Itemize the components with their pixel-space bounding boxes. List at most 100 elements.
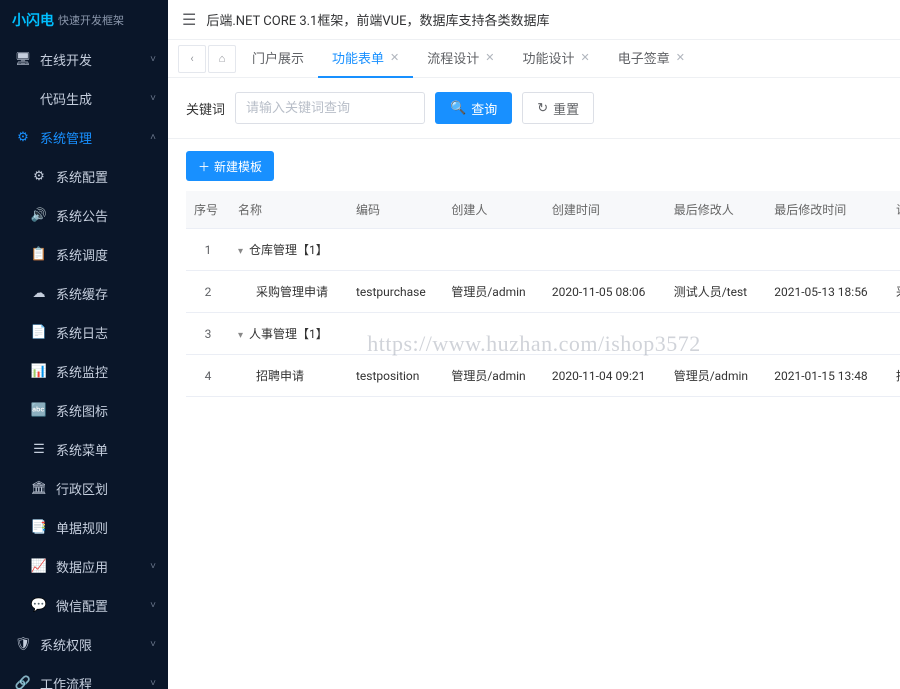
- menu-label: 代码生成: [40, 89, 92, 108]
- menu-icon: 🏛: [30, 481, 48, 496]
- close-icon[interactable]: ✕: [581, 51, 590, 64]
- chevron-down-icon: ˅: [150, 600, 156, 611]
- add-button-label: 新建模板: [214, 158, 262, 175]
- caret-down-icon[interactable]: ▾: [238, 330, 243, 341]
- sidebar-subitem[interactable]: 📈数据应用˅: [0, 547, 168, 586]
- menu-label: 系统管理: [40, 128, 92, 147]
- table-row[interactable]: 1▾仓库管理【1】: [186, 229, 900, 271]
- sidebar-item[interactable]: 🛡系统权限˅: [0, 625, 168, 664]
- tab-label: 电子签章: [618, 48, 670, 67]
- filter-label: 关键词: [186, 99, 225, 118]
- tab[interactable]: 功能表单 ✕: [318, 40, 413, 78]
- sidebar-subitem[interactable]: ☰系统菜单: [0, 430, 168, 469]
- brand: 小闪电 快速开发框架: [0, 0, 168, 40]
- table-row[interactable]: 4招聘申请testposition管理员/admin2020-11-04 09:…: [186, 355, 900, 397]
- sidebar-subitem[interactable]: 📄系统日志: [0, 313, 168, 352]
- table-row[interactable]: 3▾人事管理【1】: [186, 313, 900, 355]
- menu-label: 在线开发: [40, 50, 92, 69]
- menu-label: 系统权限: [40, 635, 92, 654]
- cell-desc: 采购管: [888, 271, 900, 313]
- row-index: 4: [186, 355, 230, 397]
- main: ☰ 后端.NET CORE 3.1框架，前端VUE，数据库支持各类数据库 ‹ ⌂…: [168, 0, 900, 689]
- sidebar-subitem[interactable]: ⚙ 系统配置: [0, 157, 168, 196]
- menu-label: 行政区划: [56, 479, 108, 498]
- tabs-prev-icon[interactable]: ‹: [178, 45, 206, 73]
- chevron-down-icon: ˅: [150, 54, 156, 65]
- menu-icon: 🖥: [14, 52, 32, 67]
- hamburger-icon[interactable]: ☰: [182, 10, 196, 29]
- menu-icon: 📈: [30, 559, 48, 574]
- menu-icon: ☁: [30, 286, 48, 301]
- tabs-bar: ‹ ⌂ 门户展示功能表单✕流程设计✕功能设计✕电子签章✕: [168, 40, 900, 78]
- menu-label: 系统配置: [56, 167, 108, 186]
- table-row[interactable]: 2采购管理申请testpurchase管理员/admin2020-11-05 0…: [186, 271, 900, 313]
- caret-down-icon[interactable]: ▾: [238, 246, 243, 257]
- table-header: 创建时间: [544, 191, 666, 229]
- sidebar-subitem[interactable]: 📋系统调度: [0, 235, 168, 274]
- cell-created: 2020-11-04 09:21: [544, 355, 666, 397]
- group-name: ▾人事管理【1】: [230, 313, 900, 355]
- cell-modified: 2021-01-15 13:48: [766, 355, 888, 397]
- table-header: 创建人: [443, 191, 544, 229]
- cell-code: testpurchase: [348, 271, 443, 313]
- search-button-label: 查询: [471, 99, 497, 118]
- cell-modifier: 测试人员/test: [666, 271, 767, 313]
- sidebar-item[interactable]: 🖥 在线开发 ˅: [0, 40, 168, 79]
- table-container: 序号名称编码创建人创建时间最后修改人最后修改时间说明 1▾仓库管理【1】2采购管…: [168, 191, 900, 689]
- tab[interactable]: 电子签章 ✕: [604, 40, 699, 78]
- data-table: 序号名称编码创建人创建时间最后修改人最后修改时间说明 1▾仓库管理【1】2采购管…: [186, 191, 900, 397]
- table-header: 名称: [230, 191, 348, 229]
- search-button[interactable]: 🔍 查询: [435, 92, 512, 124]
- chevron-up-icon: ˄: [150, 132, 156, 143]
- cell-desc: 招聘申: [888, 355, 900, 397]
- menu-label: 系统公告: [56, 206, 108, 225]
- tab-label: 功能表单: [332, 48, 384, 67]
- sidebar-subitem[interactable]: 📑单据规则: [0, 508, 168, 547]
- search-icon: 🔍: [450, 101, 466, 116]
- menu-icon: ⚙: [30, 169, 48, 184]
- sidebar-subitem[interactable]: 🏛 行政区划: [0, 469, 168, 508]
- menu-icon: 📑: [30, 520, 48, 535]
- tabs-home-icon[interactable]: ⌂: [208, 45, 236, 73]
- menu-icon: 📋: [30, 247, 48, 262]
- keyword-input[interactable]: [235, 92, 425, 124]
- reset-button[interactable]: ↻ 重置: [522, 92, 594, 124]
- chevron-down-icon: ˅: [150, 561, 156, 572]
- reset-icon: ↻: [537, 101, 548, 116]
- menu-icon: 🔊: [30, 208, 48, 223]
- sidebar-subitem[interactable]: ☁系统缓存: [0, 274, 168, 313]
- sidebar-subitem[interactable]: 📊系统监控: [0, 352, 168, 391]
- chevron-down-icon: ˅: [150, 93, 156, 104]
- cell-modified: 2021-05-13 18:56: [766, 271, 888, 313]
- cell-created: 2020-11-05 08:06: [544, 271, 666, 313]
- filter-bar: 关键词 🔍 查询 ↻ 重置: [168, 78, 900, 139]
- chevron-down-icon: ˅: [150, 678, 156, 689]
- sidebar-item[interactable]: 代码生成 ˅: [0, 79, 168, 118]
- table-header: 说明: [888, 191, 900, 229]
- close-icon[interactable]: ✕: [390, 51, 399, 64]
- menu-icon: 📄: [30, 325, 48, 340]
- cell-name: 采购管理申请: [230, 271, 348, 313]
- tab[interactable]: 流程设计✕: [413, 40, 508, 78]
- sidebar-item[interactable]: ⚙系统管理˄: [0, 118, 168, 157]
- sidebar-subitem[interactable]: 🔤系统图标: [0, 391, 168, 430]
- reset-button-label: 重置: [553, 99, 579, 118]
- menu-icon: ☰: [30, 442, 48, 457]
- sidebar-subitem[interactable]: 🔊 系统公告: [0, 196, 168, 235]
- cell-creator: 管理员/admin: [443, 271, 544, 313]
- row-index: 3: [186, 313, 230, 355]
- tab[interactable]: 功能设计✕: [508, 40, 603, 78]
- close-icon[interactable]: ✕: [485, 51, 494, 64]
- sidebar-item[interactable]: 🔗工作流程˅: [0, 664, 168, 689]
- table-header: 编码: [348, 191, 443, 229]
- menu-icon: 📊: [30, 364, 48, 379]
- sidebar-subitem[interactable]: 💬微信配置˅: [0, 586, 168, 625]
- toolbar: ＋ 新建模板: [168, 139, 900, 191]
- add-template-button[interactable]: ＋ 新建模板: [186, 151, 274, 181]
- menu-label: 微信配置: [56, 596, 108, 615]
- close-icon[interactable]: ✕: [676, 51, 685, 64]
- tab[interactable]: 门户展示: [238, 40, 318, 78]
- group-name: ▾仓库管理【1】: [230, 229, 900, 271]
- menu-icon: 🔤: [30, 403, 48, 418]
- sidebar: 小闪电 快速开发框架 🖥在线开发˅代码生成˅⚙系统管理˄⚙系统配置🔊系统公告📋系…: [0, 0, 168, 689]
